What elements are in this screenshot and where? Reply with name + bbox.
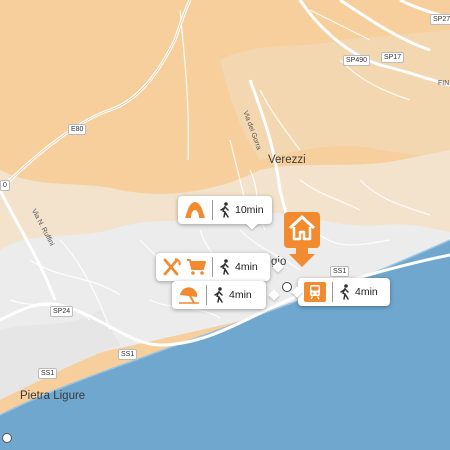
shield-ss1-east: SS1 [330, 266, 350, 277]
walk-time-cave: 10min [235, 204, 264, 216]
poi-callout-beach[interactable]: 4min [172, 281, 266, 309]
callout-divider [332, 282, 333, 302]
place-label-fin: FIN [438, 80, 450, 87]
poi-callout-cave[interactable]: 10min [178, 196, 272, 224]
shield-ss1-south: SS1 [118, 349, 138, 360]
shield-sp490: SP490 [343, 55, 371, 66]
walking-icon [213, 287, 225, 303]
walk-time-train: 4min [355, 286, 378, 298]
shield-e80: E80 [68, 124, 87, 135]
walk-time-food-shop: 4min [235, 261, 258, 273]
callout-divider [212, 257, 213, 277]
shopping-cart-icon [186, 258, 206, 276]
shield-sp17: SP17 [381, 52, 405, 63]
place-label-pietra-ligure: Pietra Ligure [20, 390, 86, 402]
shield-sp27: SP27 [430, 14, 450, 25]
cave-icon [184, 201, 206, 219]
place-label-verezzi: Verezzi [268, 154, 306, 166]
beach-umbrella-icon [178, 286, 200, 304]
walk-time-beach: 4min [229, 289, 252, 301]
callout-divider [206, 285, 207, 305]
train-icon [304, 282, 326, 302]
shield-ss1-west: SS1 [38, 368, 58, 379]
poi-callout-train[interactable]: 4min [298, 278, 390, 306]
shield-edge: 0 [0, 180, 10, 191]
home-marker[interactable] [284, 212, 320, 248]
station-marker[interactable] [282, 282, 292, 292]
walking-icon [219, 202, 231, 218]
walking-icon [339, 284, 351, 300]
poi-callout-food-shop[interactable]: 4min [156, 253, 270, 281]
home-icon [288, 215, 316, 246]
map-attribution-dot[interactable] [2, 433, 12, 443]
shield-sp24: SP24 [50, 306, 74, 317]
home-location-arrow [289, 246, 315, 267]
map-canvas[interactable]: Verezzi Pietra Ligure gio FIN Via dei Go… [0, 0, 450, 450]
walking-icon [219, 259, 231, 275]
restaurant-icon [162, 258, 182, 276]
map-base [0, 0, 450, 450]
callout-divider [212, 200, 213, 220]
